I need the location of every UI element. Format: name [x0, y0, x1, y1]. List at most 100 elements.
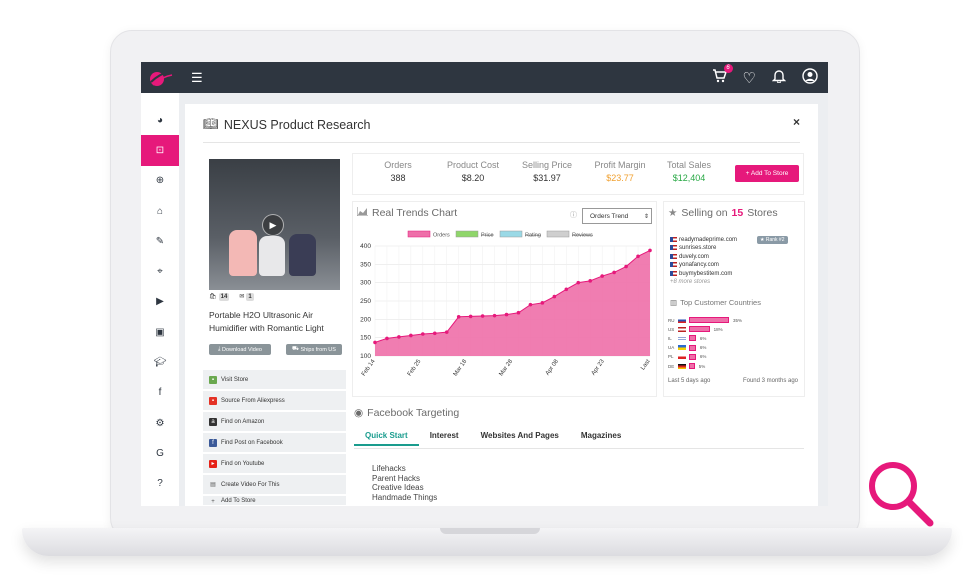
stat-selling-price: Selling Price $31.97 [515, 160, 579, 183]
stats-bar: Orders 388 Product Cost $8.20 Selling Pr… [352, 153, 804, 195]
tab-magazines[interactable]: Magazines [570, 428, 632, 446]
interest-item[interactable]: Creative Ideas [372, 483, 437, 493]
info-icon[interactable]: ⓘ [570, 210, 577, 220]
country-bar [689, 335, 696, 342]
country-code: US [668, 326, 675, 332]
country-row: UA 6% [668, 344, 706, 352]
sidebar-item-home[interactable]: ⌂ [141, 196, 179, 226]
orders-point [516, 310, 521, 315]
legend-label: Rating [525, 233, 541, 239]
shopify-bag-icon: ▪ [209, 375, 217, 384]
find-facebook-post-button[interactable]: f Find Post on Facebook [203, 433, 346, 452]
cart-icon[interactable]: 6 [712, 63, 733, 87]
country-flag-icon [678, 317, 686, 323]
sidebar-item-tools[interactable]: ✎ [141, 226, 179, 256]
app-logo[interactable] [141, 62, 179, 93]
tab-interest[interactable]: Interest [419, 428, 470, 446]
sidebar-item-academy[interactable]: 🎓︎ [141, 347, 179, 377]
close-button[interactable]: × [793, 115, 800, 129]
stores-count: 15 [731, 207, 744, 219]
product-image[interactable]: ▶ [209, 159, 340, 290]
orders-point [648, 248, 652, 253]
bar-chart-icon: ▥ [670, 298, 678, 307]
play-video-icon[interactable]: ▶ [262, 214, 284, 236]
interest-item[interactable]: Lifehacks [372, 464, 437, 474]
shopify-count: 14 [218, 293, 230, 301]
add-to-store-button[interactable]: + Add To Store [735, 165, 799, 182]
country-code: PL [668, 354, 674, 360]
interest-item[interactable]: Handmade Things [372, 493, 437, 503]
find-facebook-label: Find Post on Facebook [221, 439, 283, 446]
store-item[interactable]: readymadeprime.com [670, 236, 737, 244]
store-item[interactable]: buymybestitem.com [670, 270, 737, 278]
x-tick-label: Apr 08 [545, 358, 560, 376]
tab-websites-and-pages[interactable]: Websites And Pages [470, 428, 570, 446]
y-tick-label: 350 [360, 261, 371, 268]
store-item[interactable]: sunrises.store [670, 244, 737, 252]
panel-title: 📖︎ NEXUS Product Research [203, 117, 370, 132]
sidebar-item-globe[interactable]: ⊕ [141, 166, 179, 196]
trend-select[interactable]: Orders Trend ⇕ [582, 208, 652, 224]
interest-item[interactable]: Parent Hacks [372, 474, 437, 484]
find-amazon-label: Find on Amazon [221, 418, 265, 425]
country-bar [689, 363, 695, 369]
facebook-icon: f [209, 438, 217, 447]
menu-toggle-icon[interactable]: ☰ [191, 70, 203, 86]
user-avatar-icon[interactable] [802, 67, 818, 88]
us-flag-icon [670, 245, 677, 251]
source-aliexpress-button[interactable]: ▪ Source From Aliexpress [203, 391, 346, 410]
stores-card: ★ Selling on 15 Stores readymadeprime.co… [663, 201, 805, 397]
store-item[interactable]: duvely.com [670, 253, 737, 261]
sidebar-item-settings[interactable]: ⚙ [141, 408, 179, 438]
stat-orders: Orders 388 [375, 160, 421, 183]
sidebar-item-youtube[interactable]: ▣ [141, 317, 179, 347]
legend-swatch [407, 230, 431, 238]
orders-point [456, 314, 461, 319]
orders-point [492, 313, 497, 318]
shopify-icon: 🛍︎ 14 [209, 293, 230, 301]
sidebar-item-video[interactable]: ▶ [141, 287, 179, 317]
tab-quick-start[interactable]: Quick Start [354, 428, 419, 446]
stat-total-sales: Total Sales $12,404 [659, 160, 719, 183]
country-bar [689, 344, 696, 351]
facebook-targeting-title-text: Facebook Targeting [367, 407, 460, 419]
download-video-button[interactable]: ⤓ Download Video [209, 344, 271, 355]
sidebar-item-facebook[interactable]: f [141, 378, 179, 408]
tabs-divider [354, 448, 804, 449]
country-flag-icon [678, 354, 686, 360]
humidifier-navy [289, 234, 316, 276]
cost-label: Product Cost [446, 160, 500, 170]
sidebar-item-dashboard[interactable]: ◕ [141, 105, 179, 135]
plus-icon: + [211, 499, 215, 505]
legend-swatch [455, 230, 479, 238]
legend-swatch [499, 230, 523, 238]
find-amazon-button[interactable]: a Find on Amazon [203, 412, 346, 431]
sidebar-item-product-research[interactable]: ⊡ [141, 135, 179, 166]
sidebar-item-targeting[interactable]: ⌖ [141, 256, 179, 286]
visit-store-button[interactable]: ▪ Visit Store [203, 370, 346, 389]
add-to-store-action[interactable]: + Add To Store [203, 496, 346, 505]
sidebar-item-help[interactable]: ? [141, 469, 179, 499]
country-row: IL 6% [668, 334, 706, 342]
country-pct: 35% [733, 317, 743, 323]
y-tick-label: 200 [360, 316, 371, 323]
heart-icon[interactable]: ♡ [743, 69, 756, 87]
store-item[interactable]: yonafancy.com [670, 261, 737, 269]
chart-title: Real Trends Chart [356, 207, 457, 219]
sidebar-item-google[interactable]: G [141, 438, 179, 468]
ships-from-badge: ⛟ Ships from US [286, 344, 342, 355]
us-flag-icon [670, 262, 677, 268]
country-pct: 18% [713, 326, 723, 332]
amazon-icon: a [209, 417, 217, 426]
find-youtube-button[interactable]: ▸ Find on Youtube [203, 454, 346, 473]
create-video-button[interactable]: ▤ Create Video For This [203, 475, 346, 494]
trend-select-value: Orders Trend [590, 212, 629, 220]
orders-point [600, 274, 604, 278]
price-value: $31.97 [533, 173, 561, 183]
bell-icon[interactable] [771, 68, 787, 87]
youtube-icon: ▸ [209, 459, 217, 468]
orders-point [624, 264, 628, 269]
facebook-targeting: ◉ Facebook Targeting Quick Start Interes… [352, 402, 807, 506]
country-row: RU 35% [668, 316, 742, 324]
more-stores-link[interactable]: +8 more stores [670, 278, 737, 286]
